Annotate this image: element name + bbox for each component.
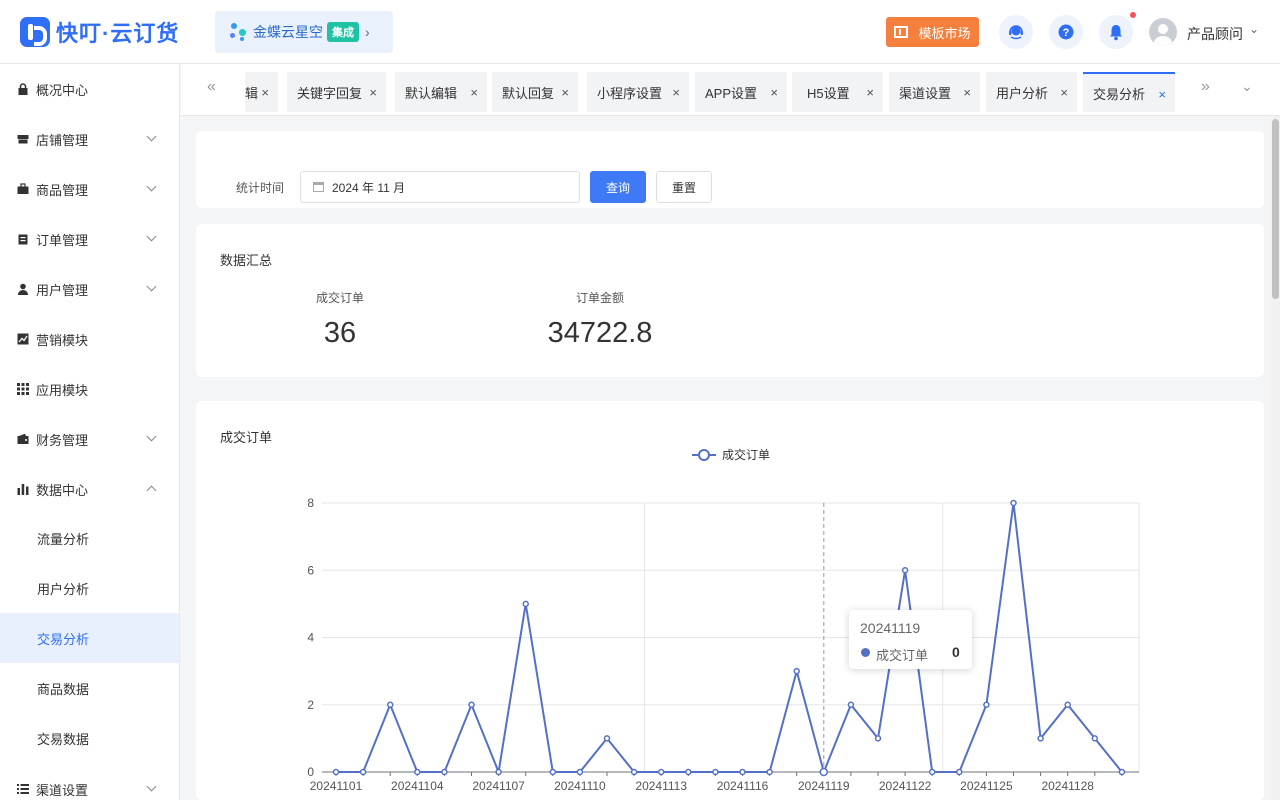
x-tick-label: 20241122 (879, 779, 932, 793)
data-point (956, 768, 963, 776)
data-point (332, 768, 340, 776)
data-point (1010, 499, 1017, 507)
content-scrollbar[interactable] (1271, 116, 1280, 800)
x-tick-label: 20241107 (472, 779, 525, 793)
x-tick-label: 20241113 (635, 779, 687, 793)
data-point (468, 701, 475, 708)
data-point (576, 768, 584, 776)
data-point (874, 735, 882, 742)
data-point (386, 701, 394, 708)
data-point (1064, 701, 1071, 708)
data-point (685, 768, 692, 776)
data-point (522, 600, 529, 608)
data-point (603, 735, 611, 742)
data-point (1091, 735, 1099, 742)
data-point (441, 768, 448, 776)
x-tick-label: 20241125 (960, 779, 1013, 793)
x-tick-label: 20241110 (554, 779, 606, 793)
y-tick-label: 0 (307, 765, 314, 779)
data-point (657, 768, 665, 776)
tooltip-series-name: 成交订单 (876, 648, 929, 663)
data-point (819, 767, 829, 777)
data-point (414, 768, 421, 776)
data-point (359, 768, 367, 776)
data-point (549, 768, 557, 776)
x-tick-label: 20241128 (1041, 779, 1094, 793)
x-tick-label: 20241119 (798, 779, 850, 793)
data-point (983, 701, 990, 708)
data-point (1118, 768, 1126, 776)
y-tick-label: 6 (307, 563, 314, 577)
x-tick-label: 20241101 (310, 779, 363, 793)
tooltip-date: 20241119 (860, 620, 921, 636)
scrollbar-thumb[interactable] (1272, 119, 1279, 299)
y-tick-label: 8 (307, 496, 314, 510)
data-point (1037, 735, 1044, 742)
chart-tooltip: 20241119 成交订单 0 (849, 610, 972, 669)
data-point (793, 667, 800, 675)
orders-line-chart[interactable]: 0 2 4 6 8 20241101 20241104 20241107 20241110 202… (0, 0, 1280, 800)
tooltip-value: 0 (952, 644, 960, 660)
x-tick-label: 20241116 (717, 779, 769, 793)
data-point (901, 567, 909, 574)
data-point (630, 768, 638, 776)
data-point (495, 768, 502, 776)
data-point (847, 701, 855, 708)
tooltip-series-dot (861, 648, 870, 657)
data-point (739, 768, 746, 776)
data-point (712, 768, 719, 776)
y-tick-label: 2 (307, 698, 314, 712)
data-point (928, 768, 936, 776)
x-tick-label: 20241104 (391, 779, 444, 793)
data-point (766, 768, 773, 776)
y-tick-label: 4 (307, 631, 314, 645)
